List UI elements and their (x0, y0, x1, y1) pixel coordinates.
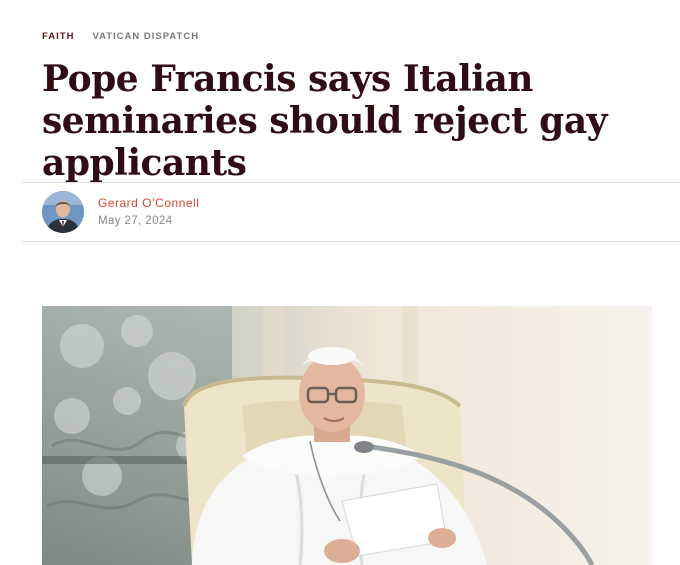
byline: Gerard O’Connell May 27, 2024 (42, 191, 199, 233)
breadcrumb: FAITH VATICAN DISPATCH (42, 31, 199, 42)
author-avatar[interactable] (42, 191, 84, 233)
hero-image (42, 306, 652, 565)
article-headline: Pope Francis says Italian seminaries sho… (42, 58, 608, 184)
section-link[interactable]: VATICAN DISPATCH (92, 31, 199, 42)
divider-bottom (21, 241, 680, 242)
divider-top (21, 182, 680, 183)
publish-date: May 27, 2024 (98, 215, 173, 227)
category-link[interactable]: FAITH (42, 31, 74, 42)
author-name[interactable]: Gerard O’Connell (98, 195, 199, 211)
